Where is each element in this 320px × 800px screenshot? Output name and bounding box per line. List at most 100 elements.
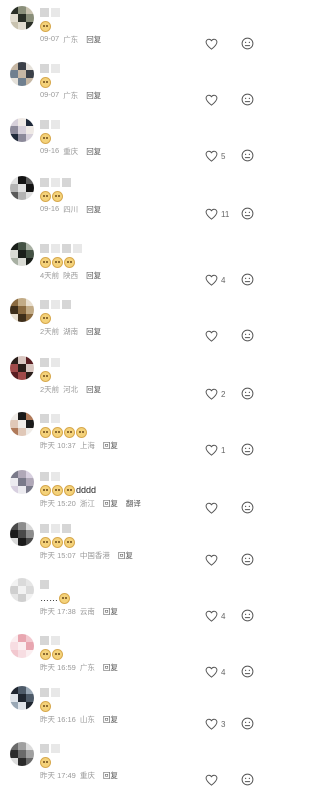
reply-button[interactable]: 回复 <box>103 770 118 781</box>
heart-icon <box>205 150 218 162</box>
like-button[interactable]: 2 <box>205 388 225 400</box>
dislike-icon[interactable] <box>241 207 254 220</box>
reply-button[interactable]: 回复 <box>86 90 101 101</box>
comment-content: …… <box>40 592 70 604</box>
username-blurred[interactable] <box>40 120 60 129</box>
like-button[interactable]: 4 <box>205 666 225 678</box>
reply-button[interactable]: 回复 <box>103 606 118 617</box>
username-blurred[interactable] <box>40 524 71 533</box>
emoji-icon <box>40 700 51 712</box>
avatar[interactable] <box>10 522 34 546</box>
username-blurred[interactable] <box>40 64 60 73</box>
username-blurred[interactable] <box>40 358 60 367</box>
reply-button[interactable]: 回复 <box>86 326 101 337</box>
like-button[interactable] <box>205 554 218 566</box>
dislike-icon[interactable] <box>241 717 254 730</box>
username-blurred[interactable] <box>40 8 60 17</box>
avatar[interactable] <box>10 176 34 200</box>
username-blurred[interactable] <box>40 744 60 753</box>
comment-time: 昨天 15:07 <box>40 551 76 560</box>
avatar[interactable] <box>10 470 34 494</box>
avatar[interactable] <box>10 298 34 322</box>
comment-meta: 09-07 广东 回复 <box>40 34 101 45</box>
like-button[interactable] <box>205 502 218 514</box>
dislike-icon[interactable] <box>241 443 254 456</box>
comment-time: 09-07 <box>40 34 60 43</box>
like-button[interactable]: 4 <box>205 610 225 622</box>
dislike-icon[interactable] <box>241 773 254 786</box>
reply-button[interactable]: 回复 <box>103 498 118 509</box>
username-blurred[interactable] <box>40 244 82 253</box>
dislike-icon[interactable] <box>241 501 254 514</box>
comment-content <box>40 190 63 202</box>
comment-meta: 昨天 17:38 云南 回复 <box>40 606 118 617</box>
dislike-icon[interactable] <box>241 553 254 566</box>
heart-icon <box>205 610 218 622</box>
like-button[interactable]: 3 <box>205 718 225 730</box>
translate-button[interactable]: 翻译 <box>126 498 141 509</box>
like-button[interactable]: 11 <box>205 208 229 220</box>
reply-button[interactable]: 回复 <box>118 550 133 561</box>
comment-meta: 昨天 15:20 浙江 回复 翻译 <box>40 498 141 509</box>
dislike-icon[interactable] <box>241 149 254 162</box>
username-blurred[interactable] <box>40 300 71 309</box>
avatar[interactable] <box>10 578 34 602</box>
heart-icon <box>205 388 218 400</box>
like-button[interactable] <box>205 38 218 50</box>
comment-meta: 4天前 陕西 回复 <box>40 270 101 281</box>
username-blurred[interactable] <box>40 472 60 481</box>
comment-text: …… <box>40 593 58 603</box>
comment-location: 陕西 <box>63 271 79 280</box>
dislike-icon[interactable] <box>241 387 254 400</box>
reply-button[interactable]: 回复 <box>86 384 101 395</box>
heart-icon <box>205 444 218 456</box>
avatar[interactable] <box>10 118 34 142</box>
emoji-icon <box>40 536 51 548</box>
username-blurred[interactable] <box>40 178 71 187</box>
reply-button[interactable]: 回复 <box>86 270 101 281</box>
like-button[interactable] <box>205 330 218 342</box>
comment-content: dddd <box>40 484 96 496</box>
heart-icon <box>205 330 218 342</box>
avatar[interactable] <box>10 412 34 436</box>
reply-button[interactable]: 回复 <box>86 34 101 45</box>
like-count: 4 <box>221 667 226 677</box>
avatar[interactable] <box>10 686 34 710</box>
avatar[interactable] <box>10 634 34 658</box>
avatar[interactable] <box>10 742 34 766</box>
reply-button[interactable]: 回复 <box>86 146 101 157</box>
comment-meta: 昨天 15:07 中国香港 回复 <box>40 550 133 561</box>
like-button[interactable] <box>205 774 218 786</box>
comment-location: 湖南 <box>63 327 79 336</box>
comment-meta: 09-16 重庆 回复 <box>40 146 101 157</box>
avatar[interactable] <box>10 356 34 380</box>
dislike-icon[interactable] <box>241 37 254 50</box>
reply-button[interactable]: 回复 <box>103 440 118 451</box>
dislike-icon[interactable] <box>241 273 254 286</box>
like-button[interactable]: 4 <box>205 274 225 286</box>
avatar[interactable] <box>10 6 34 30</box>
avatar[interactable] <box>10 62 34 86</box>
heart-icon <box>205 274 218 286</box>
dislike-icon[interactable] <box>241 93 254 106</box>
reply-button[interactable]: 回复 <box>86 204 101 215</box>
like-button[interactable] <box>205 94 218 106</box>
username-blurred[interactable] <box>40 688 60 697</box>
username-blurred[interactable] <box>40 580 49 589</box>
dislike-icon[interactable] <box>241 609 254 622</box>
dislike-icon[interactable] <box>241 329 254 342</box>
username-blurred[interactable] <box>40 636 60 645</box>
comment-time: 昨天 10:37 <box>40 441 76 450</box>
comment-location: 山东 <box>79 715 95 724</box>
comment-time: 4天前 <box>40 271 60 280</box>
avatar[interactable] <box>10 242 34 266</box>
like-button[interactable]: 5 <box>205 150 225 162</box>
username-blurred[interactable] <box>40 414 60 423</box>
comment-location: 云南 <box>79 607 95 616</box>
reply-button[interactable]: 回复 <box>103 714 118 725</box>
reply-button[interactable]: 回复 <box>103 662 118 673</box>
like-button[interactable]: 1 <box>205 444 225 456</box>
dislike-icon[interactable] <box>241 665 254 678</box>
comment-meta: 09-07 广东 回复 <box>40 90 101 101</box>
comment-location: 河北 <box>63 385 79 394</box>
